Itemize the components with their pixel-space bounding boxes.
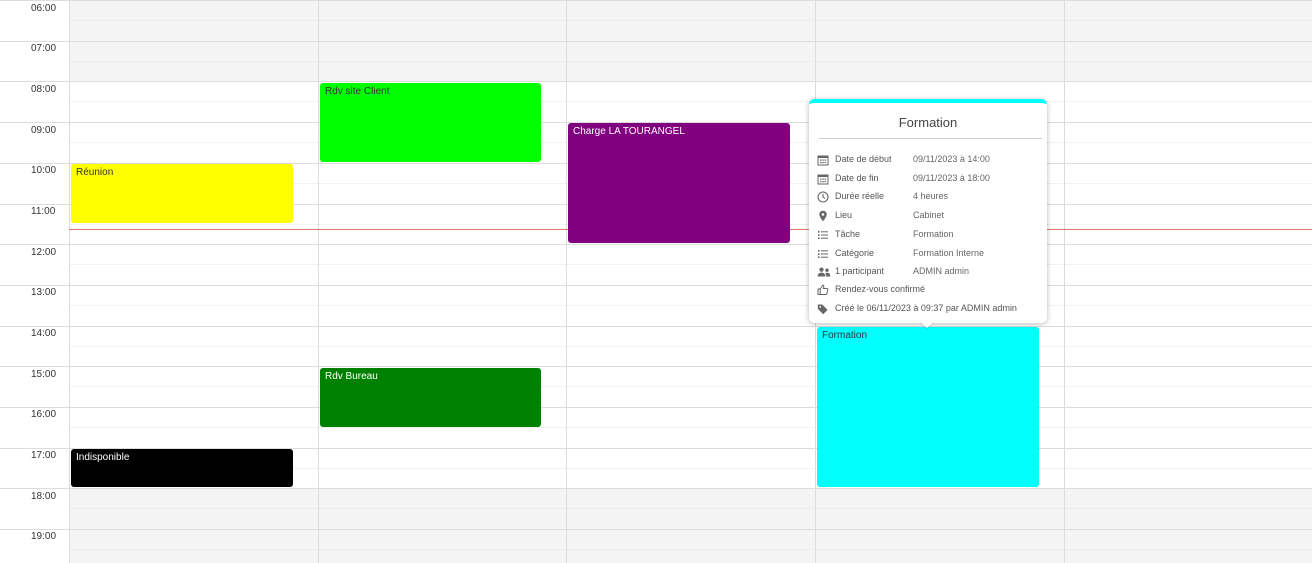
popup-row-confirmed: Rendez-vous confirmé: [817, 283, 1042, 299]
time-label-0600: 06:00: [31, 3, 57, 14]
row-label: Lieu: [835, 210, 853, 220]
week-calendar: 06:00 07:00 08:00 09:00 10:00 11:00 12:0…: [0, 0, 1312, 563]
list-icon: [817, 248, 829, 260]
event-title: Formation: [822, 330, 868, 341]
popup-row-end-date: Date de fin 09/11/2023 à 18:00: [817, 172, 1042, 188]
time-label-1600: 16:00: [31, 409, 57, 420]
thumbs-up-icon: [817, 284, 829, 296]
time-label-1300: 13:00: [31, 287, 57, 298]
clock-icon: [817, 191, 829, 203]
time-label-1100: 11:00: [31, 206, 56, 217]
popup-row-start-date: Date de début 09/11/2023 à 14:00: [817, 153, 1042, 169]
event-charge-la-tourangel[interactable]: Charge LA TOURANGEL: [568, 123, 790, 243]
calendar-icon: [817, 173, 829, 185]
time-label-1000: 10:00: [31, 165, 57, 176]
popup-row-category: Catégorie Formation Interne: [817, 247, 1042, 263]
event-indisponible[interactable]: Indisponible: [71, 449, 293, 487]
row-label: Créé le 06/11/2023 à 09:37 par ADMIN adm…: [835, 303, 1017, 313]
event-title: Rdv Bureau: [325, 371, 378, 382]
row-label: Catégorie: [835, 248, 875, 258]
row-value: Formation Interne: [913, 248, 985, 258]
event-formation[interactable]: Formation: [817, 327, 1039, 487]
day-column-2[interactable]: [566, 0, 816, 563]
event-title: Rdv site Client: [325, 86, 390, 97]
event-title: Charge LA TOURANGEL: [573, 126, 685, 137]
popup-row-duration: Durée réelle 4 heures: [817, 190, 1042, 206]
row-label: Date de début: [835, 154, 892, 164]
row-value: Formation: [913, 229, 954, 239]
row-value: ADMIN admin: [913, 266, 970, 276]
time-label-1700: 17:00: [31, 450, 57, 461]
time-label-0800: 08:00: [31, 84, 57, 95]
row-label: Date de fin: [835, 173, 879, 183]
row-value: 4 heures: [913, 191, 949, 201]
event-title: Réunion: [76, 167, 114, 178]
row-value: Cabinet: [913, 210, 945, 220]
event-title: Indisponible: [76, 452, 130, 463]
event-detail-popup: Formation Date de début 09/11/2023 à 14:…: [809, 99, 1047, 323]
map-pin-icon: [817, 210, 829, 222]
popup-title: Formation: [898, 115, 958, 130]
time-label-1800: 18:00: [31, 491, 57, 502]
time-label-1400: 14:00: [31, 328, 57, 339]
popup-row-location: Lieu Cabinet: [817, 209, 1042, 225]
popup-row-participants: 1 participant ADMIN admin: [817, 265, 1042, 281]
popup-row-created: Créé le 06/11/2023 à 09:37 par ADMIN adm…: [817, 302, 1042, 318]
popup-row-task: Tâche Formation: [817, 228, 1042, 244]
row-label: Durée réelle: [835, 191, 885, 201]
row-label: Tâche: [835, 229, 861, 239]
row-value: 09/11/2023 à 14:00: [913, 154, 990, 164]
time-label-0900: 09:00: [31, 125, 57, 136]
row-label: Rendez-vous confirmé: [835, 284, 926, 294]
list-icon: [817, 229, 829, 241]
time-label-1200: 12:00: [31, 247, 57, 258]
day-column-4[interactable]: [1064, 0, 1312, 563]
time-label-0700: 07:00: [31, 43, 57, 54]
event-reunion[interactable]: Réunion: [71, 164, 293, 223]
time-gutter: 06:00 07:00 08:00 09:00 10:00 11:00 12:0…: [0, 0, 70, 563]
popup-divider: [819, 138, 1042, 139]
row-label: 1 participant: [835, 266, 885, 276]
time-label-1500: 15:00: [31, 369, 57, 380]
popup-pointer: [920, 322, 934, 328]
row-value: 09/11/2023 à 18:00: [913, 173, 990, 183]
event-rdv-bureau[interactable]: Rdv Bureau: [320, 368, 541, 427]
time-label-1900: 19:00: [31, 531, 57, 542]
event-rdv-site-client[interactable]: Rdv site Client: [320, 83, 541, 162]
users-icon: [817, 266, 831, 278]
tags-icon: [817, 303, 829, 315]
calendar-icon: [817, 154, 829, 166]
